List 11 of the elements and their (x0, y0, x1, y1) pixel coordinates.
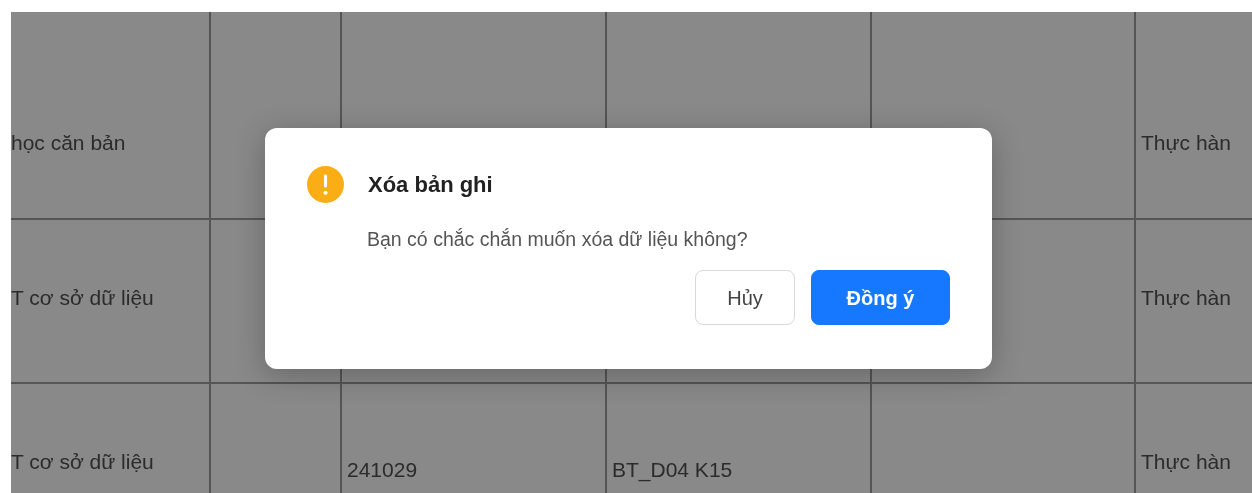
table-cell: Thực hàn (1136, 220, 1252, 382)
dialog-title: Xóa bản ghi (368, 171, 493, 199)
table-cell: BT_D04 K15 (607, 384, 870, 493)
table-cell: T cơ sở dữ liệu (11, 220, 209, 382)
confirm-button[interactable]: Đồng ý (811, 270, 950, 326)
table-cell: T cơ sở dữ liệu (11, 384, 209, 493)
cancel-button[interactable]: Hủy (695, 270, 795, 326)
dialog-message: Bạn có chắc chắn muốn xóa dữ liệu không? (367, 227, 749, 252)
table-cell: Thực hàn (1136, 384, 1252, 493)
table-cell: 241029 (342, 384, 605, 493)
warning-icon (307, 166, 344, 203)
